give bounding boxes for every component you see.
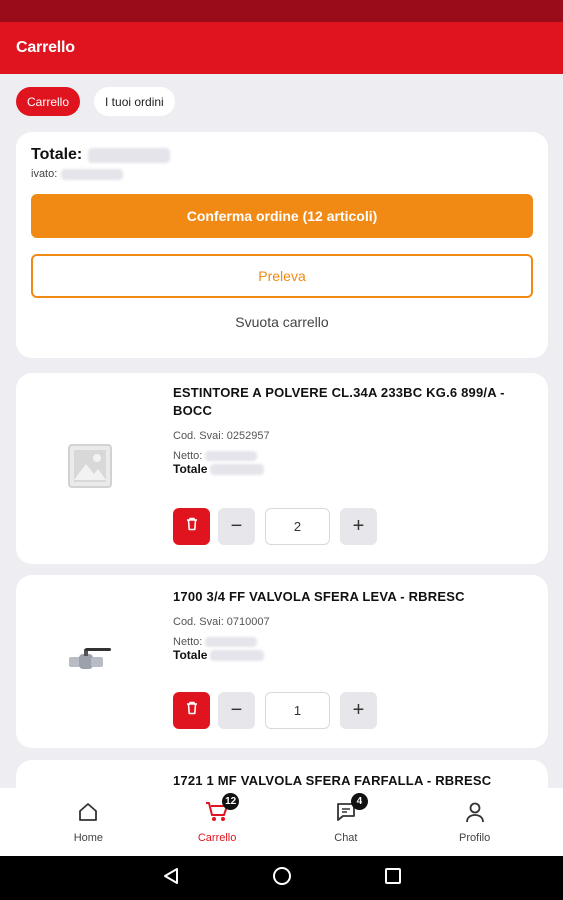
quantity-field[interactable]: 1 xyxy=(265,692,330,729)
nav-carrello[interactable]: 12 Carrello xyxy=(172,792,262,844)
delete-item-button[interactable] xyxy=(173,692,210,729)
item-details: ESTINTORE A POLVERE CL.34A 233BC KG.6 89… xyxy=(173,384,530,476)
recents-icon[interactable] xyxy=(384,867,402,890)
nav-chat-label: Chat xyxy=(334,831,358,844)
totale-value-redacted xyxy=(210,649,265,661)
netto-label: Netto: xyxy=(173,636,203,648)
delete-item-button[interactable] xyxy=(173,508,210,545)
home-circle-icon[interactable] xyxy=(272,866,292,891)
system-navigation-bar xyxy=(0,856,563,900)
nav-carrello-label: Carrello xyxy=(197,831,237,844)
home-icon xyxy=(77,801,99,826)
total-value-redacted xyxy=(88,147,171,163)
preleva-button[interactable]: Preleva xyxy=(31,254,533,298)
product-image xyxy=(16,575,164,748)
decrease-quantity-button[interactable]: − xyxy=(218,692,255,729)
back-icon[interactable] xyxy=(162,867,180,890)
nav-home[interactable]: Home xyxy=(43,801,133,844)
item-title: 1721 1 MF VALVOLA SFERA FARFALLA - RBRES… xyxy=(173,773,492,788)
item-netto: Netto: xyxy=(173,450,530,462)
totale-label: Totale xyxy=(173,462,208,476)
confirm-order-button[interactable]: Conferma ordine (12 articoli) xyxy=(31,194,533,238)
quantity-controls: − 1 + xyxy=(173,692,377,729)
item-totale: Totale xyxy=(173,648,530,662)
minus-icon: − xyxy=(230,699,243,721)
totale-value-redacted xyxy=(210,463,265,475)
item-netto: Netto: xyxy=(173,636,530,648)
netto-label: Netto: xyxy=(173,450,203,462)
tab-i-tuoi-ordini[interactable]: I tuoi ordini xyxy=(94,87,175,116)
item-details: 1721 1 MF VALVOLA SFERA FARFALLA - RBRES… xyxy=(173,772,530,788)
item-title: 1700 3/4 FF VALVOLA SFERA LEVA - RBRESC xyxy=(173,589,465,604)
placeholder-image-icon xyxy=(68,444,112,493)
nav-profilo[interactable]: Profilo xyxy=(430,801,520,844)
trash-icon xyxy=(184,516,200,537)
nav-profilo-label: Profilo xyxy=(459,831,491,844)
page-title: Carrello xyxy=(16,39,75,56)
ivato-row: ivato: xyxy=(31,168,533,180)
increase-quantity-button[interactable]: + xyxy=(340,508,377,545)
plus-icon: + xyxy=(352,515,365,537)
total-label: Totale: xyxy=(31,146,83,163)
netto-value-redacted xyxy=(205,451,258,461)
app-bar: Carrello xyxy=(0,22,563,74)
quantity-field[interactable]: 2 xyxy=(265,508,330,545)
increase-quantity-button[interactable]: + xyxy=(340,692,377,729)
ivato-label: ivato: xyxy=(31,168,58,180)
item-code: Cod. Svai: 0710007 xyxy=(173,616,270,628)
ball-valve-image xyxy=(67,645,113,678)
status-bar xyxy=(0,0,563,22)
empty-cart-button[interactable]: Svuota carrello xyxy=(31,314,533,330)
trash-icon xyxy=(184,700,200,721)
cart-item: 1700 3/4 FF VALVOLA SFERA LEVA - RBRESC … xyxy=(16,575,548,748)
total-row: Totale: xyxy=(31,146,533,164)
item-totale: Totale xyxy=(173,462,530,476)
cart-item: 1721 1 MF VALVOLA SFERA FARFALLA - RBRES… xyxy=(16,760,548,788)
bottom-navigation: Home 12 Carrello 4 Chat Profilo xyxy=(0,788,563,856)
totale-label: Totale xyxy=(173,648,208,662)
plus-icon: + xyxy=(352,699,365,721)
nav-home-label: Home xyxy=(73,831,104,844)
nav-chat[interactable]: 4 Chat xyxy=(301,792,391,844)
chat-count-badge: 4 xyxy=(350,792,368,810)
tab-carrello[interactable]: Carrello xyxy=(16,87,81,116)
quantity-controls: − 2 + xyxy=(173,508,377,545)
cart-count-badge: 12 xyxy=(222,792,240,810)
product-image xyxy=(16,373,164,564)
profile-icon xyxy=(464,801,486,826)
ivato-value-redacted xyxy=(61,168,124,180)
cart-item: ESTINTORE A POLVERE CL.34A 233BC KG.6 89… xyxy=(16,373,548,564)
cart-summary-card: Totale: ivato: Conferma ordine (12 artic… xyxy=(16,132,548,358)
item-details: 1700 3/4 FF VALVOLA SFERA LEVA - RBRESC … xyxy=(173,588,530,662)
cart-tabs: Carrello I tuoi ordini xyxy=(16,87,175,116)
netto-value-redacted xyxy=(205,637,258,647)
decrease-quantity-button[interactable]: − xyxy=(218,508,255,545)
minus-icon: − xyxy=(230,515,243,537)
item-title: ESTINTORE A POLVERE CL.34A 233BC KG.6 89… xyxy=(173,385,505,418)
item-code: Cod. Svai: 0252957 xyxy=(173,430,270,442)
